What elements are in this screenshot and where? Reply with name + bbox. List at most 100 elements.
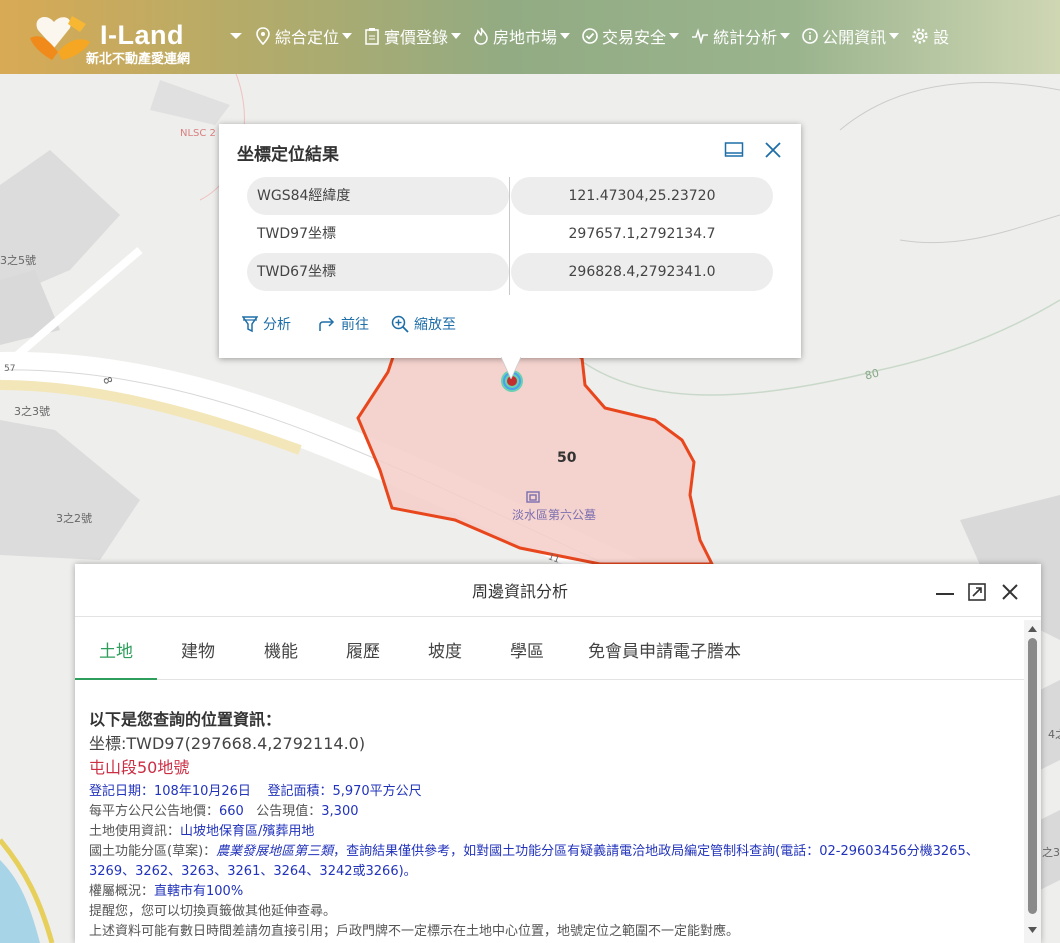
flame-icon (474, 27, 488, 45)
info-heading: 以下是您查詢的位置資訊： (89, 710, 282, 729)
coordinate-label: TWD97坐標 (257, 226, 336, 242)
nav-item-label: 實價登錄 (384, 28, 449, 47)
land-use-value: 山坡地保育區/殯葬用地 (180, 824, 315, 839)
nav-item-label: 統計分析 (713, 28, 778, 47)
map-label: 3之2號 (56, 512, 92, 525)
coordinate-value: 296828.4,2792341.0 (511, 253, 773, 291)
expand-icon[interactable] (967, 582, 987, 602)
coordinate-value: 121.47304,25.23720 (511, 177, 773, 215)
popup-title: 坐標定位結果 (237, 145, 339, 165)
ownership-line: 權屬概況：直轄市有100% (89, 882, 1019, 902)
menu-toggle[interactable] (228, 31, 244, 41)
goto-button[interactable]: 前往 (318, 314, 369, 334)
nav-item-label: 房地市場 (493, 28, 558, 47)
tab-bar: 土地 建物 機能 履歷 坡度 學區 免會員申請電子謄本 (75, 630, 1024, 680)
nav-item-statistics[interactable]: 統計分析 (691, 24, 791, 48)
top-navigation-bar: I-Land 新北不動產愛連網 綜合定位 實價登錄 房地市場 交易安全 統計分析… (0, 0, 1060, 74)
tab-building[interactable]: 建物 (181, 630, 215, 680)
disclaimer-text: 上述資料可能有數日時間差請勿直接引用；戶政門牌不一定標示在土地中心位置，地號定位… (89, 924, 740, 939)
zoom-in-icon (391, 315, 409, 333)
parcel-name: 屯山段50地號 (89, 758, 190, 777)
tab-function[interactable]: 機能 (264, 630, 298, 680)
ownership-label: 權屬概況： (89, 884, 155, 899)
close-icon[interactable] (1000, 582, 1020, 602)
minimize-icon[interactable] (934, 584, 956, 600)
nav-item-location[interactable]: 綜合定位 (255, 24, 353, 48)
redo-arrow-icon (319, 317, 335, 331)
price-line: 每平方公尺公告地價：660 公告現值：3,300 (89, 802, 1019, 822)
nav-item-public-info[interactable]: 公開資訊 (802, 24, 900, 48)
land-info-content: 以下是您查詢的位置資訊： 坐標:TWD97(297668.4,2792114.0… (89, 708, 1019, 942)
nav-item-label: 設 (933, 28, 950, 47)
pulse-icon (692, 28, 709, 44)
map-label: 4之 (1048, 728, 1060, 741)
main-menu: 綜合定位 實價登錄 房地市場 交易安全 統計分析 公開資訊 設 (228, 24, 960, 48)
parcel-number-label: 50 (557, 450, 577, 466)
nav-item-real-estate-market[interactable]: 房地市場 (473, 24, 571, 48)
coordinate-row: TWD67坐標 296828.4,2792341.0 (247, 253, 773, 291)
zoning-label: 國土功能分區(草案)： (89, 844, 217, 859)
zoning-class: 農業發展地區第三類 (216, 844, 334, 859)
reminder-text: 提醒您，您可以切換頁籤做其他延伸查尋。 (89, 904, 337, 919)
land-use-line: 土地使用資訊：山坡地保育區/殯葬用地 (89, 822, 1019, 842)
reg-area-value: 5,970平方公尺 (332, 784, 422, 799)
chevron-down-icon (669, 33, 680, 39)
maximize-icon[interactable] (724, 141, 744, 159)
chevron-down-icon (780, 33, 791, 39)
map-label: 3之5號 (0, 254, 36, 267)
coordinate-result-popup: 坐標定位結果 WGS84經緯度 121.47304,25.23720 TWD97… (219, 124, 801, 379)
scrollbar-thumb[interactable] (1028, 638, 1037, 914)
land-price-label: 每平方公尺公告地價： (89, 804, 220, 819)
site-logo[interactable]: I-Land 新北不動產愛連網 (28, 10, 218, 67)
nav-item-settings[interactable]: 設 (911, 24, 949, 48)
info-circle-icon (802, 28, 818, 44)
logo-subtitle: 新北不動產愛連網 (86, 52, 191, 67)
present-value-value: 3,300 (321, 804, 359, 819)
vertical-scrollbar[interactable] (1024, 620, 1041, 943)
nav-item-label: 公開資訊 (822, 28, 887, 47)
caret-down-icon (230, 33, 242, 39)
goto-label: 前往 (341, 317, 369, 333)
tab-e-transcript[interactable]: 免會員申請電子謄本 (588, 630, 741, 680)
tab-land[interactable]: 土地 (75, 630, 157, 680)
map-label: 57 (4, 364, 16, 374)
logo-title: I-Land (100, 20, 184, 50)
column-divider (509, 177, 510, 295)
close-icon[interactable] (763, 140, 783, 160)
gear-icon (912, 28, 928, 44)
chevron-down-icon (560, 33, 571, 39)
surrounding-info-panel: 周邊資訊分析 土地 建物 機能 履歷 坡度 學區 免會員申請電子謄本 以下是您查… (75, 564, 1041, 943)
chevron-down-icon (342, 33, 353, 39)
tab-history[interactable]: 履歷 (346, 630, 380, 680)
ownership-value: 直轄市有100% (154, 884, 244, 899)
cemetery-label: 淡水區第六公墓 (512, 508, 597, 522)
nav-item-trade-safety[interactable]: 交易安全 (582, 24, 680, 48)
query-coordinate: 坐標:TWD97(297668.4,2792114.0) (89, 734, 366, 753)
popup-pointer (501, 357, 521, 379)
tab-slope[interactable]: 坡度 (428, 630, 462, 680)
funnel-icon (242, 316, 258, 333)
map-pin-icon (256, 27, 270, 45)
coordinate-row: WGS84經緯度 121.47304,25.23720 (247, 177, 773, 215)
land-use-label: 土地使用資訊： (89, 824, 181, 839)
scroll-up-icon[interactable] (1024, 622, 1041, 636)
panel-title: 周邊資訊分析 (471, 582, 568, 601)
zoom-to-button[interactable]: 縮放至 (391, 314, 456, 334)
scroll-down-icon[interactable] (1024, 923, 1041, 937)
nav-item-price-registry[interactable]: 實價登錄 (364, 24, 462, 48)
tab-school-district[interactable]: 學區 (510, 630, 544, 680)
coordinate-label: WGS84經緯度 (247, 177, 509, 215)
coordinate-label: TWD67坐標 (247, 253, 509, 291)
reg-area-label: 登記面積： (267, 784, 333, 799)
zoning-line: 國土功能分區(草案)：農業發展地區第三類，查詢結果僅供參考，如對國土功能分區有疑… (89, 842, 1019, 882)
coordinate-value: 297657.1,2792134.7 (568, 226, 716, 242)
map-label: 之3 (1042, 846, 1060, 859)
coordinate-row: TWD97坐標 297657.1,2792134.7 (247, 215, 773, 253)
reg-date-value: 108年10月26日 (154, 784, 251, 799)
registration-line: 登記日期：108年10月26日 登記面積：5,970平方公尺 (89, 782, 1019, 802)
analyze-button[interactable]: 分析 (242, 314, 291, 334)
check-circle-icon (582, 28, 598, 44)
reg-date-label: 登記日期： (89, 784, 155, 799)
land-price-value: 660 (219, 804, 244, 819)
map-label: 3之3號 (14, 405, 50, 418)
